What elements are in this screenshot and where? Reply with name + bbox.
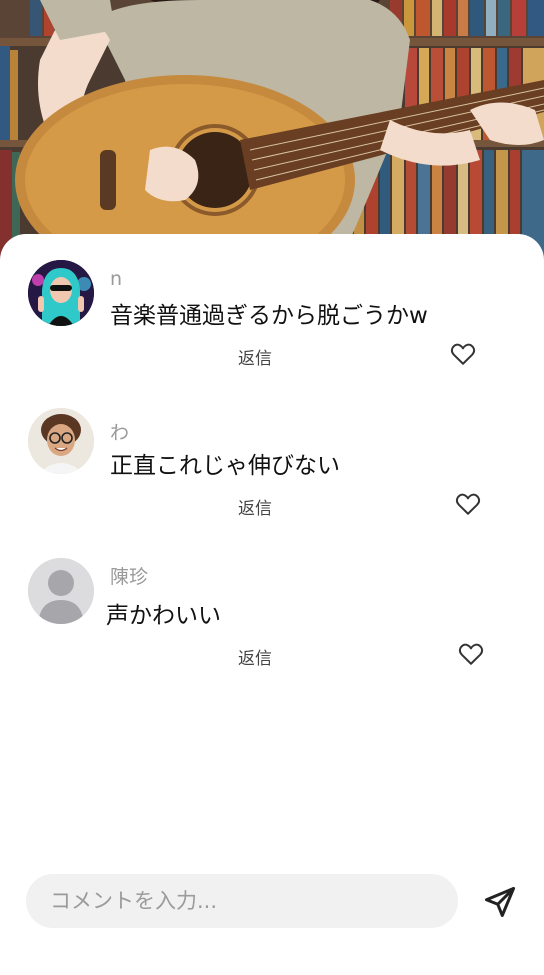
- heart-outline-icon[interactable]: [455, 492, 481, 516]
- avatar[interactable]: [28, 408, 94, 474]
- comment-text: 声かわいい: [106, 603, 221, 629]
- reply-button[interactable]: 返信: [238, 344, 272, 369]
- avatar-teal-hair-neon-icon: [28, 260, 94, 326]
- comment-username[interactable]: 陳珍: [110, 562, 148, 589]
- reply-button[interactable]: 返信: [238, 644, 272, 669]
- avatar[interactable]: [28, 558, 94, 624]
- comment-username[interactable]: n: [110, 268, 122, 290]
- guitar-player-illustration: [0, 0, 544, 260]
- avatar[interactable]: [28, 260, 94, 326]
- comment-composer: [26, 874, 458, 928]
- comment-sheet: n 音楽普通過ぎるから脱ごうかw 返信 わ 正直これじゃ伸びない 返信 陳珍 声…: [0, 234, 544, 975]
- comment-text: 正直これじゃ伸びない: [110, 453, 340, 479]
- heart-outline-icon[interactable]: [458, 642, 484, 666]
- video-background: [0, 0, 544, 260]
- avatar-default-silhouette-icon: [28, 558, 94, 624]
- comment-text: 音楽普通過ぎるから脱ごうかw: [110, 303, 428, 329]
- send-icon[interactable]: [482, 884, 518, 920]
- reply-button[interactable]: 返信: [238, 494, 272, 519]
- avatar-curly-hair-glasses-icon: [28, 408, 94, 474]
- comment-username[interactable]: わ: [110, 418, 129, 445]
- heart-outline-icon[interactable]: [450, 342, 476, 366]
- comment-input[interactable]: [26, 874, 440, 928]
